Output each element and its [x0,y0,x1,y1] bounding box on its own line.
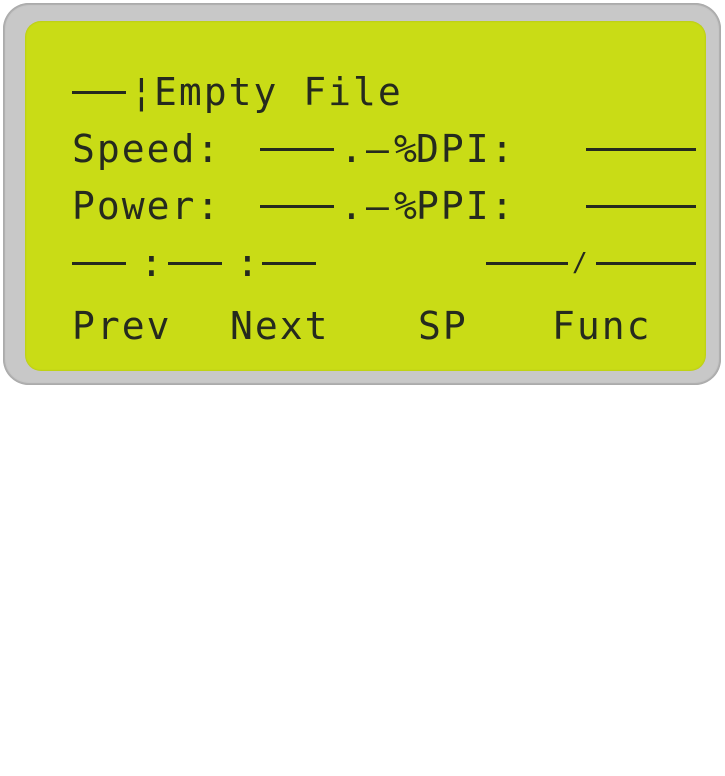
ppi-label: PPI: [416,184,516,228]
speed-integer-placeholder [260,148,334,151]
speed-label: Speed: [72,127,222,171]
time-row: : : / [72,236,702,290]
prev-softkey[interactable]: Prev [72,299,172,353]
power-row: Power: . – % PPI: [72,179,702,233]
power-decimal-placeholder: – [366,184,391,228]
power-integer-placeholder [260,205,334,208]
hours-placeholder [72,262,126,265]
power-decimal-point: . [340,184,365,228]
seconds-placeholder [262,262,316,265]
sp-softkey[interactable]: SP [418,299,468,353]
dpi-label: DPI: [416,127,516,171]
dpi-value-placeholder [586,148,696,151]
count-separator: / [572,248,590,278]
time-separator-2: : [236,241,261,285]
func-softkey[interactable]: Func [552,299,652,353]
file-name: Empty File [154,70,403,114]
lcd-screen: ¦ Empty File Speed: . – % DPI: Power: . … [25,21,706,371]
power-label: Power: [72,184,222,228]
file-index-separator: ¦ [130,70,155,114]
count-current-placeholder [486,262,568,265]
time-separator-1: : [140,241,165,285]
file-index-placeholder [72,91,126,94]
minutes-placeholder [168,262,222,265]
next-softkey[interactable]: Next [230,299,330,353]
speed-decimal-point: . [340,127,365,171]
lcd-bezel: ¦ Empty File Speed: . – % DPI: Power: . … [3,3,721,385]
ppi-value-placeholder [586,205,696,208]
file-row: ¦ Empty File [72,65,702,119]
softkey-row: Prev Next SP Func [72,299,702,353]
speed-decimal-placeholder: – [366,127,391,171]
speed-row: Speed: . – % DPI: [72,122,702,176]
count-total-placeholder [596,262,696,265]
